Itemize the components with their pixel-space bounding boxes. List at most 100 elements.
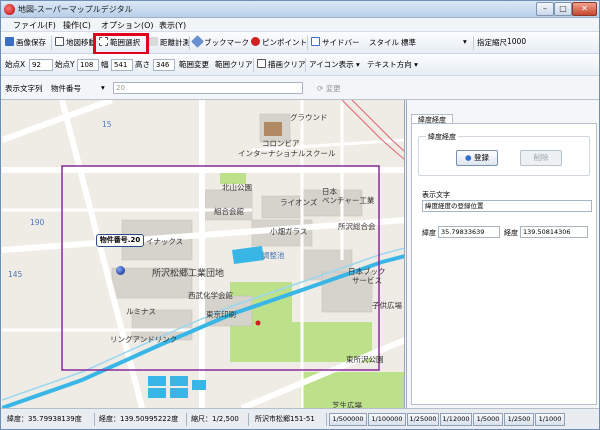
separator — [305, 58, 306, 72]
map-label: ライオンズ — [280, 198, 318, 207]
separator — [473, 36, 474, 50]
map-label: 所沢松郷工業団地 — [152, 269, 225, 279]
scale-button[interactable]: 1/25000 — [407, 413, 439, 426]
lat-label: 緯度 — [422, 229, 436, 237]
scale-button[interactable]: 1/5000 — [473, 413, 503, 426]
minimize-button[interactable]: – — [536, 2, 554, 16]
style-select[interactable]: 標準 ▾ — [401, 37, 471, 48]
register-button[interactable]: ● 登録 — [456, 150, 498, 166]
status-scale: 縮尺：1/2,500 — [189, 413, 249, 426]
display-string-value: 物件番号 — [51, 84, 81, 93]
separator — [253, 58, 254, 72]
draw-clear-button[interactable]: 描画クリア — [257, 59, 306, 70]
menu-bar: ファイル(F) 操作(C) オプション(O) 表示(Y) — [1, 18, 599, 32]
map-move-button[interactable]: 地図移動 — [55, 37, 96, 48]
separator — [189, 36, 190, 50]
status-bar: 緯度：35.79938139度 経度：139.50995222度 縮尺：1/2,… — [1, 408, 599, 429]
map-label: 子供広場 — [372, 301, 402, 310]
pointer-icon — [55, 37, 64, 46]
width-field[interactable]: 541 — [111, 59, 133, 71]
scale-label: 指定縮尺 — [477, 38, 507, 47]
chevron-down-icon: ▾ — [414, 60, 418, 69]
lat-field[interactable]: 35.79833639 — [438, 226, 500, 238]
start-x-label: 始点X — [5, 60, 26, 69]
delete-button[interactable]: 削除 — [520, 150, 562, 166]
save-image-button[interactable]: 画像保存 — [5, 37, 46, 48]
style-value: 標準 — [401, 38, 416, 47]
refresh-icon: ⟳ — [317, 84, 324, 93]
app-icon — [4, 4, 15, 15]
display-text-label: 表示文字 — [422, 191, 450, 199]
menu-view[interactable]: 表示(Y) — [159, 20, 186, 31]
map-label: 調整池 — [262, 251, 285, 260]
close-button[interactable]: ✕ — [572, 2, 597, 16]
display-text-field[interactable]: 緯度経度の登録位置 — [422, 200, 592, 212]
distance-button[interactable]: 距離計測 — [149, 37, 190, 48]
save-image-label: 画像保存 — [16, 38, 46, 47]
map-label: グラウンド — [290, 113, 328, 122]
menu-options[interactable]: オプション(O) — [101, 20, 154, 31]
range-toolbar: 始点X 92 始点Y 108 幅 541 高さ 346 範囲変更 範囲クリア 描… — [1, 54, 599, 76]
latlon-group — [418, 136, 590, 176]
scale-button[interactable]: 1/500000 — [329, 413, 367, 426]
height-field[interactable]: 346 — [153, 59, 175, 71]
display-value-input[interactable]: 20 — [113, 82, 303, 94]
start-x-field[interactable]: 92 — [29, 59, 53, 71]
draw-clear-label: 描画クリア — [268, 60, 306, 69]
range-change-button[interactable]: 範囲変更 — [179, 59, 209, 70]
property-pin-icon[interactable] — [116, 266, 125, 275]
separator — [51, 36, 52, 50]
title-bar: 地図-スーパーマップルデジタル – □ ✕ — [1, 1, 599, 18]
text-direction-dropdown[interactable]: テキスト方向 ▾ — [367, 59, 418, 70]
map-label: イナックス — [146, 237, 184, 246]
display-string-label: 表示文字列 — [5, 84, 43, 93]
status-address: 所沢市松郷151-51 — [253, 413, 327, 426]
map-label: インターナショナルスクール — [238, 149, 336, 158]
ruler-icon — [149, 37, 158, 46]
sidebar-label: サイドバー — [322, 38, 360, 47]
style-label: スタイル — [369, 38, 399, 47]
start-y-label: 始点Y — [55, 60, 75, 69]
property-callout[interactable]: 物件番号.20 — [96, 234, 144, 247]
map-label: ベンチャー工業 — [322, 196, 375, 205]
map-label: 東京印刷 — [206, 310, 236, 319]
map-label: 組合会館 — [214, 207, 244, 216]
scale-button[interactable]: 1/2500 — [504, 413, 534, 426]
scale-value[interactable]: 1000 — [507, 37, 526, 46]
display-toolbar: 表示文字列 物件番号 ▾ 20 ⟳ 変更 — [1, 76, 599, 100]
register-label: 登録 — [473, 153, 489, 162]
pinpoint-button[interactable]: ピンポイント — [251, 37, 307, 48]
start-y-field[interactable]: 108 — [77, 59, 99, 71]
map-label: 所沢総合会 — [338, 222, 376, 231]
save-icon — [5, 37, 14, 46]
map-label: 東所沢公園 — [346, 355, 384, 364]
distance-label: 距離計測 — [160, 38, 190, 47]
maximize-button[interactable]: □ — [554, 2, 572, 16]
menu-file[interactable]: ファイル(F) — [13, 20, 56, 31]
bookmark-icon — [191, 35, 204, 48]
map-drawing — [2, 100, 404, 408]
main-toolbar: 画像保存 地図移動 範囲選択 距離計測 ブックマーク ピンポイント サイドバー … — [1, 32, 599, 54]
scale-button[interactable]: 1/1000 — [535, 413, 565, 426]
scale-button[interactable]: 1/12000 — [440, 413, 472, 426]
icon-display-dropdown[interactable]: アイコン表示 ▾ — [309, 59, 360, 70]
display-string-select[interactable]: 物件番号 ▾ — [51, 83, 107, 94]
icon-display-label: アイコン表示 — [309, 60, 354, 69]
sidebar-icon — [311, 37, 320, 46]
map-label: 小畑ガラス — [270, 227, 308, 236]
delete-label: 削除 — [533, 153, 549, 162]
scale-button[interactable]: 1/100000 — [368, 413, 406, 426]
chevron-down-icon: ▾ — [463, 37, 467, 46]
bookmark-button[interactable]: ブックマーク — [191, 35, 249, 48]
status-latitude: 緯度：35.79938139度 — [5, 413, 95, 426]
window-title: 地図-スーパーマップルデジタル — [18, 5, 133, 14]
range-clear-button[interactable]: 範囲クリア — [215, 59, 253, 70]
change-button[interactable]: ⟳ 変更 — [317, 83, 341, 94]
map-canvas[interactable]: グラウンド コロンビア インターナショナルスクール 北山公園 ライオンズ 日本 … — [2, 100, 405, 408]
sidebar-button[interactable]: サイドバー — [311, 37, 360, 48]
menu-operation[interactable]: 操作(C) — [63, 20, 91, 31]
map-label: 145 — [8, 270, 23, 279]
map-label: 芝生広場 — [332, 401, 362, 408]
lon-field[interactable]: 139.50814306 — [520, 226, 588, 238]
chevron-down-icon: ▾ — [356, 60, 360, 69]
